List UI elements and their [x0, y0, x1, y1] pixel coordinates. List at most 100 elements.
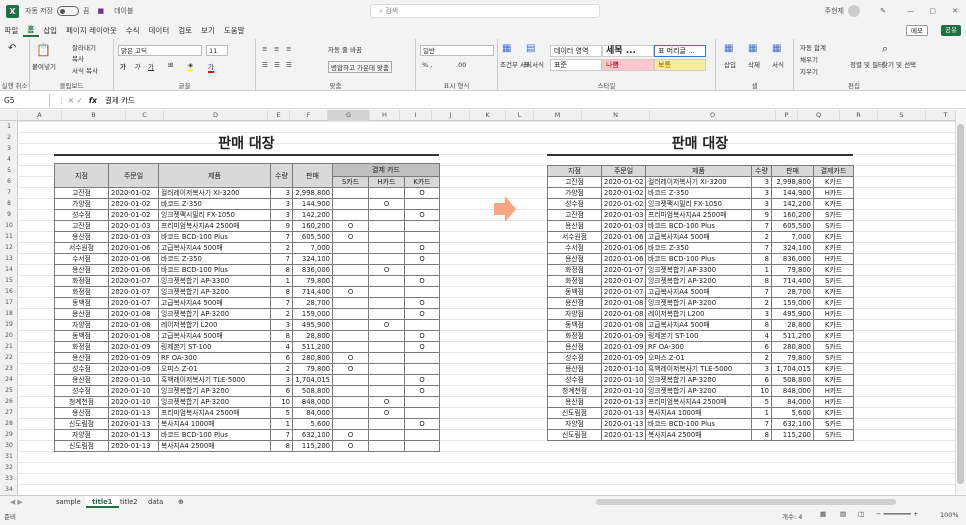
- table-cell[interactable]: 79,800: [292, 363, 333, 375]
- table-cell[interactable]: O: [404, 242, 440, 254]
- table-cell[interactable]: 5,600: [292, 418, 333, 430]
- table-cell[interactable]: 프리미엄복사지A4 2500매: [158, 220, 271, 232]
- table-cell[interactable]: K카드: [813, 286, 854, 298]
- table-cell[interactable]: 280,800: [292, 352, 333, 364]
- table-cell[interactable]: 서수원점: [54, 242, 109, 254]
- column-header[interactable]: N: [582, 110, 650, 121]
- table-cell[interactable]: 2020-01-06: [108, 264, 159, 276]
- table-cell[interactable]: 고잔점: [54, 220, 109, 232]
- table-cell[interactable]: 9: [270, 220, 293, 232]
- table-cell[interactable]: [368, 286, 405, 298]
- autosum-button[interactable]: 자동 합계: [800, 42, 826, 52]
- table-cell[interactable]: [368, 363, 405, 375]
- table-cell[interactable]: 159,000: [292, 308, 333, 320]
- tab-nav-icon[interactable]: ◀ ▶: [4, 496, 29, 508]
- table-cell[interactable]: 8: [751, 275, 772, 287]
- row-header[interactable]: 28: [0, 418, 18, 429]
- row-header[interactable]: 1: [0, 121, 18, 132]
- table-cell[interactable]: 7: [751, 286, 772, 298]
- style-normal[interactable]: 표준: [550, 59, 602, 71]
- table-cell[interactable]: 280,800: [771, 341, 814, 353]
- table-cell[interactable]: 용산점: [547, 220, 602, 232]
- table-cell[interactable]: [368, 297, 405, 309]
- table-cell[interactable]: 3: [751, 176, 772, 188]
- table-cell[interactable]: 2020-01-07: [601, 264, 646, 276]
- delete-button[interactable]: 삭제: [748, 59, 760, 69]
- paste-button[interactable]: 붙여넣기: [32, 61, 56, 71]
- table-cell[interactable]: O: [368, 264, 405, 276]
- table-cell[interactable]: 7,000: [771, 231, 814, 243]
- table-cell[interactable]: [368, 242, 405, 254]
- table-cell[interactable]: O: [368, 396, 405, 408]
- row-header[interactable]: 9: [0, 209, 18, 220]
- table-cell[interactable]: [368, 209, 405, 221]
- table-cell[interactable]: 7: [270, 231, 293, 243]
- zoom-level[interactable]: 100%: [940, 511, 959, 519]
- format-button[interactable]: 서식: [772, 59, 784, 69]
- table-cell[interactable]: [332, 297, 369, 309]
- table-cell[interactable]: 고잔점: [54, 187, 109, 199]
- table-cell[interactable]: 2020-01-13: [108, 418, 159, 430]
- table-cell[interactable]: 프리미엄복사지A4 2500매: [645, 396, 752, 408]
- table-cell[interactable]: S카드: [813, 220, 854, 232]
- table-cell[interactable]: 5: [751, 396, 772, 408]
- table-cell[interactable]: 714,400: [771, 275, 814, 287]
- table-cell[interactable]: O: [368, 319, 405, 331]
- table-cell[interactable]: O: [332, 220, 369, 232]
- table-cell[interactable]: S카드: [813, 352, 854, 364]
- column-header[interactable]: E: [268, 110, 290, 121]
- table-cell[interactable]: 2020-01-06: [601, 242, 646, 254]
- column-header[interactable]: A: [18, 110, 62, 121]
- table-cell[interactable]: 3: [270, 187, 293, 199]
- select-all-corner[interactable]: [0, 110, 18, 121]
- table-cell[interactable]: 8: [270, 264, 293, 276]
- table-cell[interactable]: [368, 385, 405, 397]
- table-cell[interactable]: 성수점: [54, 209, 109, 221]
- pen-icon[interactable]: ✎: [880, 7, 886, 15]
- table-cell[interactable]: [404, 198, 440, 210]
- column-header[interactable]: G: [328, 110, 370, 121]
- table-cell[interactable]: O: [404, 253, 440, 265]
- table-cell[interactable]: [404, 352, 440, 364]
- table-cell[interactable]: 1,704,015: [292, 374, 333, 386]
- table-cell[interactable]: [332, 407, 369, 419]
- share-button[interactable]: 공유: [941, 25, 961, 36]
- table-cell[interactable]: 2020-01-07: [108, 275, 159, 287]
- table-cell[interactable]: 2020-01-02: [601, 176, 646, 188]
- maximize-icon[interactable]: ▢: [929, 7, 936, 15]
- table-cell[interactable]: [404, 363, 440, 375]
- save-icon[interactable]: ■: [97, 7, 104, 15]
- insert-cells-icon[interactable]: ▦: [724, 43, 733, 54]
- table-cell[interactable]: 9: [751, 209, 772, 221]
- table-cell[interactable]: H카드: [813, 308, 854, 320]
- table-cell[interactable]: 잉크젯복합기 AP-3200: [645, 385, 752, 397]
- table-cell[interactable]: 용산점: [54, 374, 109, 386]
- table-cell[interactable]: 8: [270, 286, 293, 298]
- table-cell[interactable]: 3: [751, 308, 772, 320]
- table-cell[interactable]: 2020-01-02: [108, 198, 159, 210]
- table-cell[interactable]: O: [404, 374, 440, 386]
- table-cell[interactable]: 2020-01-09: [108, 363, 159, 375]
- table-cell[interactable]: [368, 308, 405, 320]
- style-table-header[interactable]: 표 머리글 ...: [654, 45, 706, 57]
- table-cell[interactable]: [404, 220, 440, 232]
- table-cell[interactable]: K카드: [813, 363, 854, 375]
- close-icon[interactable]: ✕: [952, 7, 958, 15]
- table-cell[interactable]: 흑백레이저복사기 TLE-5000: [645, 363, 752, 375]
- table-cell[interactable]: [332, 275, 369, 287]
- table-cell[interactable]: 바코드 BCD-100 Plus: [645, 253, 752, 265]
- column-header[interactable]: P: [776, 110, 798, 121]
- row-header[interactable]: 8: [0, 198, 18, 209]
- table-cell[interactable]: 잉크젯복합기 AP-3300: [645, 264, 752, 276]
- table-cell[interactable]: 바코드 Z-350: [645, 187, 752, 199]
- table-cell[interactable]: K카드: [813, 297, 854, 309]
- table-cell[interactable]: 144,900: [771, 187, 814, 199]
- table-cell[interactable]: O: [332, 352, 369, 364]
- page-layout-view-icon[interactable]: ▤: [840, 510, 846, 518]
- table-cell[interactable]: 2020-01-08: [108, 308, 159, 320]
- table-cell[interactable]: K카드: [813, 198, 854, 210]
- table-cell[interactable]: 2020-01-13: [108, 407, 159, 419]
- table-cell[interactable]: 용산점: [547, 253, 602, 265]
- table-cell[interactable]: 동백점: [547, 286, 602, 298]
- table-cell[interactable]: 링제본기 ST-100: [645, 330, 752, 342]
